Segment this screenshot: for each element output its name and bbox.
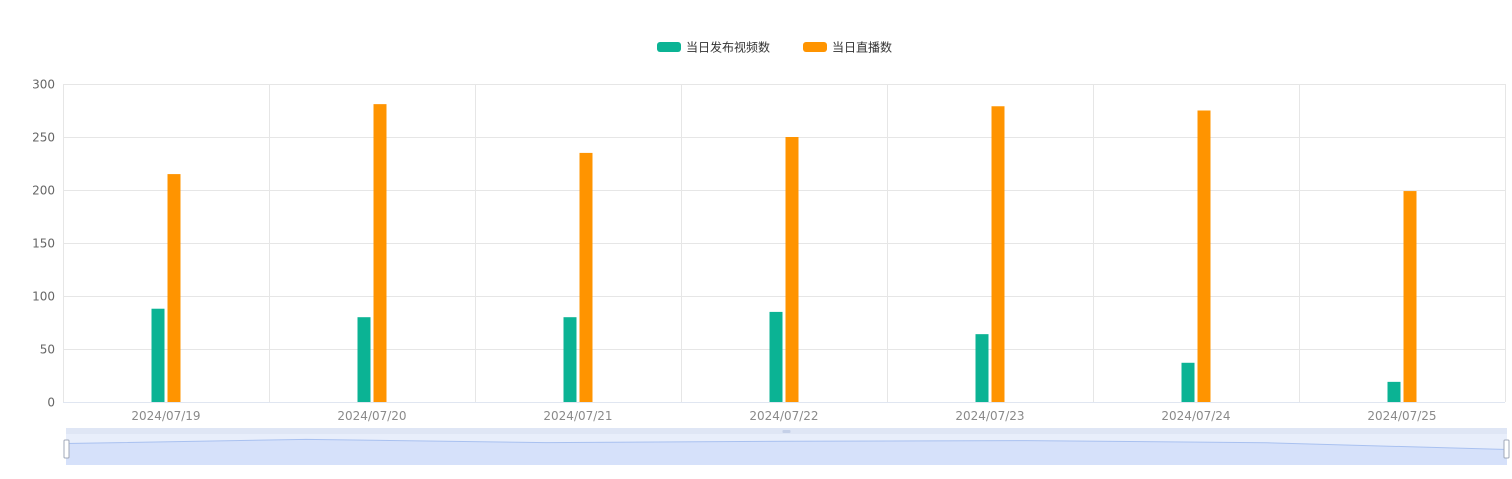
axes: 0 50 100 150 200 250 300 2024/07/19 2024/07/20 20… bbox=[32, 78, 1505, 423]
legend-label: 当日发布视频数 bbox=[686, 40, 770, 55]
y-tick-label: 300 bbox=[32, 78, 55, 92]
chart-container: 当日发布视频数 当日直播数 0 50 100 150 200 250 300 2024/07/1… bbox=[0, 0, 1512, 475]
y-tick-label: 0 bbox=[47, 396, 55, 410]
bar-livestreams-0[interactable] bbox=[167, 174, 181, 402]
x-tick-label: 2024/07/19 bbox=[131, 409, 200, 423]
bar-livestreams-4[interactable] bbox=[991, 106, 1005, 402]
bar-videos-2[interactable] bbox=[563, 317, 577, 402]
x-tick-label: 2024/07/21 bbox=[543, 409, 612, 423]
y-tick-label: 100 bbox=[32, 290, 55, 304]
bar-chart: 当日发布视频数 当日直播数 0 50 100 150 200 250 300 2024/07/1… bbox=[32, 40, 1510, 465]
data-zoom-drag-grip[interactable] bbox=[782, 430, 791, 433]
legend-label: 当日直播数 bbox=[832, 40, 892, 55]
data-zoom-slider[interactable] bbox=[63, 428, 1510, 465]
x-tick-label: 2024/07/25 bbox=[1367, 409, 1436, 423]
legend-swatch bbox=[803, 42, 827, 52]
legend: 当日发布视频数 当日直播数 bbox=[657, 40, 892, 55]
legend-swatch bbox=[657, 42, 681, 52]
bar-livestreams-1[interactable] bbox=[373, 104, 387, 402]
x-tick-label: 2024/07/20 bbox=[337, 409, 406, 423]
legend-item-1[interactable]: 当日直播数 bbox=[803, 40, 892, 55]
data-zoom-end-handle[interactable] bbox=[1503, 439, 1510, 459]
legend-item-0[interactable]: 当日发布视频数 bbox=[657, 40, 770, 55]
y-tick-label: 250 bbox=[32, 131, 55, 145]
x-tick-label: 2024/07/24 bbox=[1161, 409, 1230, 423]
bar-livestreams-5[interactable] bbox=[1197, 110, 1211, 403]
grid bbox=[63, 84, 1506, 403]
x-tick-label: 2024/07/23 bbox=[955, 409, 1024, 423]
bar-livestreams-3[interactable] bbox=[785, 137, 799, 402]
bar-videos-3[interactable] bbox=[769, 311, 783, 402]
y-tick-label: 150 bbox=[32, 237, 55, 251]
y-tick-label: 200 bbox=[32, 184, 55, 198]
bar-videos-6[interactable] bbox=[1387, 381, 1401, 402]
bars bbox=[151, 104, 1417, 403]
bar-videos-4[interactable] bbox=[975, 334, 989, 402]
bar-videos-0[interactable] bbox=[151, 308, 165, 402]
bar-videos-5[interactable] bbox=[1181, 362, 1195, 402]
x-tick-label: 2024/07/22 bbox=[749, 409, 818, 423]
y-tick-label: 50 bbox=[40, 343, 55, 357]
data-zoom-start-handle[interactable] bbox=[63, 439, 70, 459]
bar-videos-1[interactable] bbox=[357, 317, 371, 402]
bar-livestreams-2[interactable] bbox=[579, 152, 593, 402]
bar-livestreams-6[interactable] bbox=[1403, 191, 1417, 402]
